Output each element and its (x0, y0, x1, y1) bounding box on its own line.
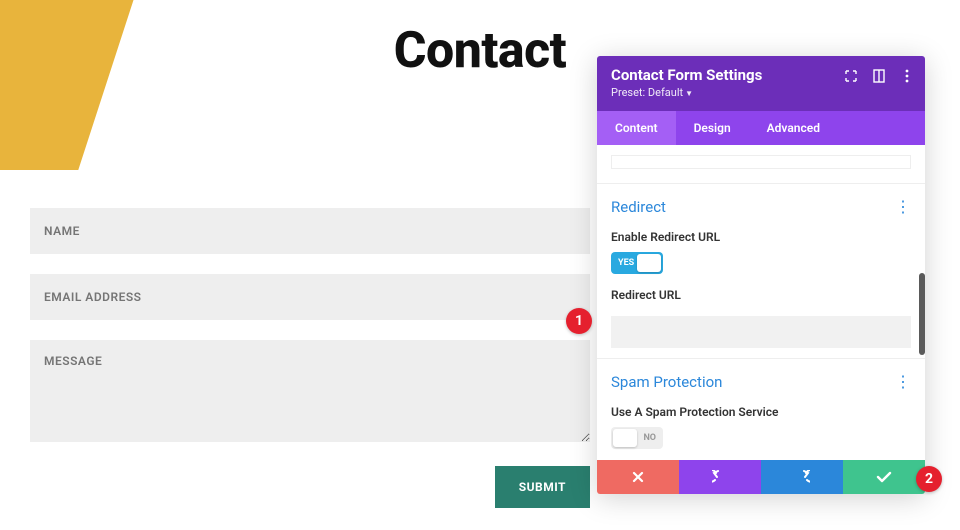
enable-redirect-toggle[interactable]: YES (611, 252, 663, 274)
panel-tabs: Content Design Advanced (597, 111, 925, 145)
panel-body: Redirect ⋮ Enable Redirect URL YES Redir… (597, 145, 925, 460)
spam-service-label: Use A Spam Protection Service (611, 405, 911, 419)
kebab-menu-icon[interactable] (899, 68, 915, 84)
toggle-text: NO (643, 433, 656, 443)
annotation-badge-1: 1 (566, 308, 592, 334)
enable-redirect-label: Enable Redirect URL (611, 230, 911, 244)
contact-form: SUBMIT (30, 208, 590, 508)
redirect-url-label: Redirect URL (611, 288, 911, 302)
tab-content[interactable]: Content (597, 111, 676, 145)
tab-design[interactable]: Design (676, 111, 749, 145)
spam-section: Spam Protection ⋮ Use A Spam Protection … (597, 358, 925, 459)
section-title-redirect: Redirect (611, 198, 666, 216)
preset-label: Preset: Default (611, 86, 683, 99)
caret-down-icon: ▼ (685, 89, 693, 98)
panel-header: Contact Form Settings Preset: Default▼ (597, 56, 925, 111)
discard-button[interactable] (597, 460, 679, 494)
redirect-url-input[interactable] (611, 316, 911, 348)
previous-section-tail (611, 155, 911, 183)
toggle-knob (637, 254, 661, 272)
name-field[interactable] (30, 208, 590, 254)
email-field[interactable] (30, 274, 590, 320)
toggle-text: YES (618, 258, 634, 268)
section-menu-icon[interactable]: ⋮ (895, 199, 911, 215)
redo-button[interactable] (761, 460, 843, 494)
scrollbar-thumb[interactable] (919, 273, 925, 355)
section-title-spam: Spam Protection (611, 373, 722, 391)
message-field[interactable] (30, 340, 590, 442)
save-button[interactable] (843, 460, 925, 494)
toggle-knob (613, 429, 637, 447)
redirect-section: Redirect ⋮ Enable Redirect URL YES Redir… (597, 184, 925, 358)
tab-advanced[interactable]: Advanced (749, 111, 838, 145)
undo-button[interactable] (679, 460, 761, 494)
snap-icon[interactable] (871, 68, 887, 84)
annotation-badge-2: 2 (916, 466, 942, 492)
panel-footer (597, 460, 925, 494)
settings-panel: Contact Form Settings Preset: Default▼ C… (597, 56, 925, 494)
expand-icon[interactable] (843, 68, 859, 84)
submit-button[interactable]: SUBMIT (495, 466, 590, 508)
section-menu-icon[interactable]: ⋮ (895, 374, 911, 390)
textarea-resize-handle[interactable] (611, 155, 911, 169)
spam-service-toggle[interactable]: NO (611, 427, 663, 449)
preset-selector[interactable]: Preset: Default▼ (611, 86, 911, 99)
